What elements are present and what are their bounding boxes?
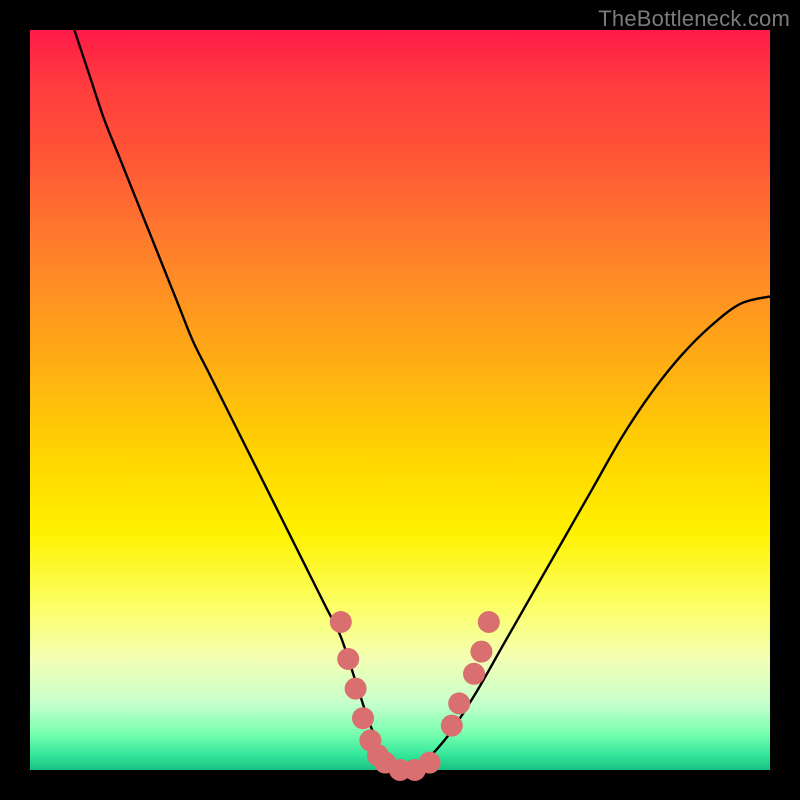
curve-marker	[337, 648, 359, 670]
curve-marker	[463, 663, 485, 685]
curve-marker	[478, 611, 500, 633]
chart-frame: TheBottleneck.com	[0, 0, 800, 800]
watermark-text: TheBottleneck.com	[598, 6, 790, 32]
curve-marker	[345, 678, 367, 700]
chart-svg	[30, 30, 770, 770]
curve-marker	[330, 611, 352, 633]
curve-marker	[448, 692, 470, 714]
curve-marker	[352, 707, 374, 729]
curve-marker	[441, 715, 463, 737]
curve-marker	[470, 641, 492, 663]
bottleneck-curve	[74, 30, 770, 773]
curve-marker	[419, 752, 441, 774]
plot-area	[30, 30, 770, 770]
